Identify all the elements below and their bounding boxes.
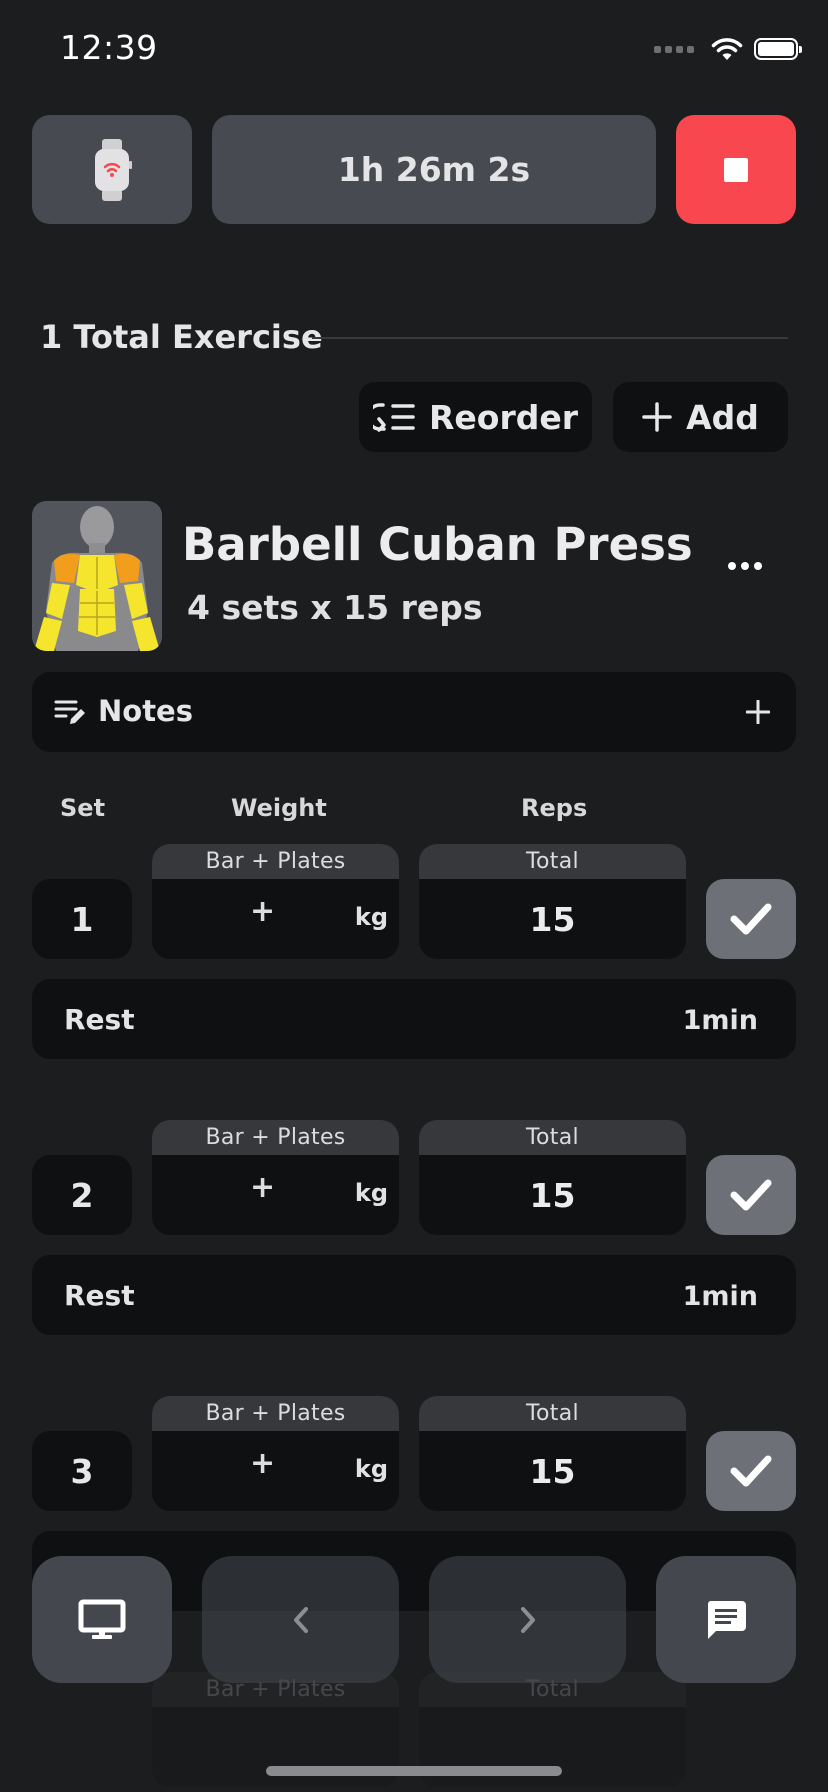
exercise-muscle-thumbnail[interactable] bbox=[32, 501, 162, 651]
rest-row[interactable]: Rest 1min bbox=[32, 979, 796, 1059]
status-time: 12:39 bbox=[60, 28, 158, 67]
more-icon[interactable] bbox=[728, 562, 762, 570]
rest-duration: 1min bbox=[682, 1005, 758, 1036]
next-button[interactable] bbox=[429, 1556, 626, 1683]
reorder-label: Reorder bbox=[428, 397, 578, 437]
weight-header: Bar + Plates bbox=[152, 1120, 399, 1155]
reps-header: Total bbox=[419, 1396, 686, 1431]
reps-input[interactable]: Total 15 bbox=[419, 1396, 686, 1511]
reps-input[interactable]: Total 15 bbox=[419, 1120, 686, 1235]
reps-header: Total bbox=[419, 1120, 686, 1155]
reorder-icon bbox=[372, 403, 415, 432]
weight-header: Bar + Plates bbox=[152, 1396, 399, 1431]
wifi-icon bbox=[711, 38, 743, 60]
chevron-right-icon bbox=[520, 1606, 535, 1633]
notes-edit-icon bbox=[54, 700, 85, 724]
reorder-button[interactable]: Reorder bbox=[359, 382, 592, 452]
weight-plus: + bbox=[250, 1170, 276, 1205]
monitor-icon bbox=[78, 1599, 126, 1639]
weight-unit: kg bbox=[354, 1455, 388, 1483]
column-header-reps: Reps bbox=[521, 794, 588, 822]
column-header-set: Set bbox=[60, 794, 106, 822]
home-indicator bbox=[266, 1766, 562, 1776]
weight-input[interactable]: Bar + Plates + kg bbox=[152, 1396, 399, 1511]
stop-icon bbox=[724, 157, 748, 182]
complete-set-button[interactable] bbox=[706, 879, 796, 959]
reps-input[interactable]: Total 15 bbox=[419, 844, 686, 959]
cellular-signal-icon bbox=[654, 45, 694, 53]
complete-set-button[interactable] bbox=[706, 1155, 796, 1235]
reps-value: 15 bbox=[529, 1176, 576, 1215]
exercise-title[interactable]: Barbell Cuban Press bbox=[182, 518, 693, 571]
weight-plus: + bbox=[250, 1446, 276, 1481]
add-exercise-button[interactable]: Add bbox=[613, 382, 788, 452]
set-number: 2 bbox=[32, 1155, 132, 1235]
add-label: Add bbox=[686, 397, 759, 437]
battery-icon bbox=[754, 38, 802, 60]
screen-mode-button[interactable] bbox=[32, 1556, 172, 1683]
weight-unit: kg bbox=[354, 903, 388, 931]
checkmark-icon bbox=[730, 1455, 772, 1487]
reps-value: 15 bbox=[529, 900, 576, 939]
reps-value: 15 bbox=[529, 1452, 576, 1491]
chat-icon bbox=[707, 1600, 746, 1639]
checkmark-icon bbox=[730, 1179, 772, 1211]
weight-input[interactable]: Bar + Plates + kg bbox=[152, 1120, 399, 1235]
plus-icon bbox=[642, 402, 672, 432]
exercise-summary: 4 sets x 15 reps bbox=[187, 588, 483, 627]
column-header-weight: Weight bbox=[231, 794, 327, 822]
add-note-icon[interactable] bbox=[746, 700, 770, 724]
previous-button[interactable] bbox=[202, 1556, 399, 1683]
status-indicators bbox=[654, 36, 802, 62]
set-number: 1 bbox=[32, 879, 132, 959]
workout-timer[interactable]: 1h 26m 2s bbox=[212, 115, 656, 224]
stop-workout-button[interactable] bbox=[676, 115, 796, 224]
section-divider bbox=[312, 337, 788, 339]
muscle-diagram-icon bbox=[34, 506, 160, 651]
set-number: 3 bbox=[32, 1431, 132, 1511]
rest-label: Rest bbox=[64, 1279, 135, 1312]
rest-duration: 1min bbox=[682, 1281, 758, 1312]
rest-label: Rest bbox=[64, 1003, 135, 1036]
exercise-count-title: 1 Total Exercise bbox=[40, 318, 323, 356]
weight-input[interactable]: Bar + Plates + kg bbox=[152, 844, 399, 959]
complete-set-button[interactable] bbox=[706, 1431, 796, 1511]
rest-row[interactable]: Rest 1min bbox=[32, 1255, 796, 1335]
reps-header: Total bbox=[419, 844, 686, 879]
weight-plus: + bbox=[250, 894, 276, 929]
chevron-left-icon bbox=[293, 1606, 308, 1633]
checkmark-icon bbox=[730, 903, 772, 935]
chat-button[interactable] bbox=[656, 1556, 796, 1683]
watch-button[interactable] bbox=[32, 115, 192, 224]
watch-icon bbox=[95, 138, 132, 201]
notes-row[interactable]: Notes bbox=[32, 672, 796, 752]
weight-unit: kg bbox=[354, 1179, 388, 1207]
notes-label: Notes bbox=[98, 694, 193, 728]
weight-header: Bar + Plates bbox=[152, 844, 399, 879]
